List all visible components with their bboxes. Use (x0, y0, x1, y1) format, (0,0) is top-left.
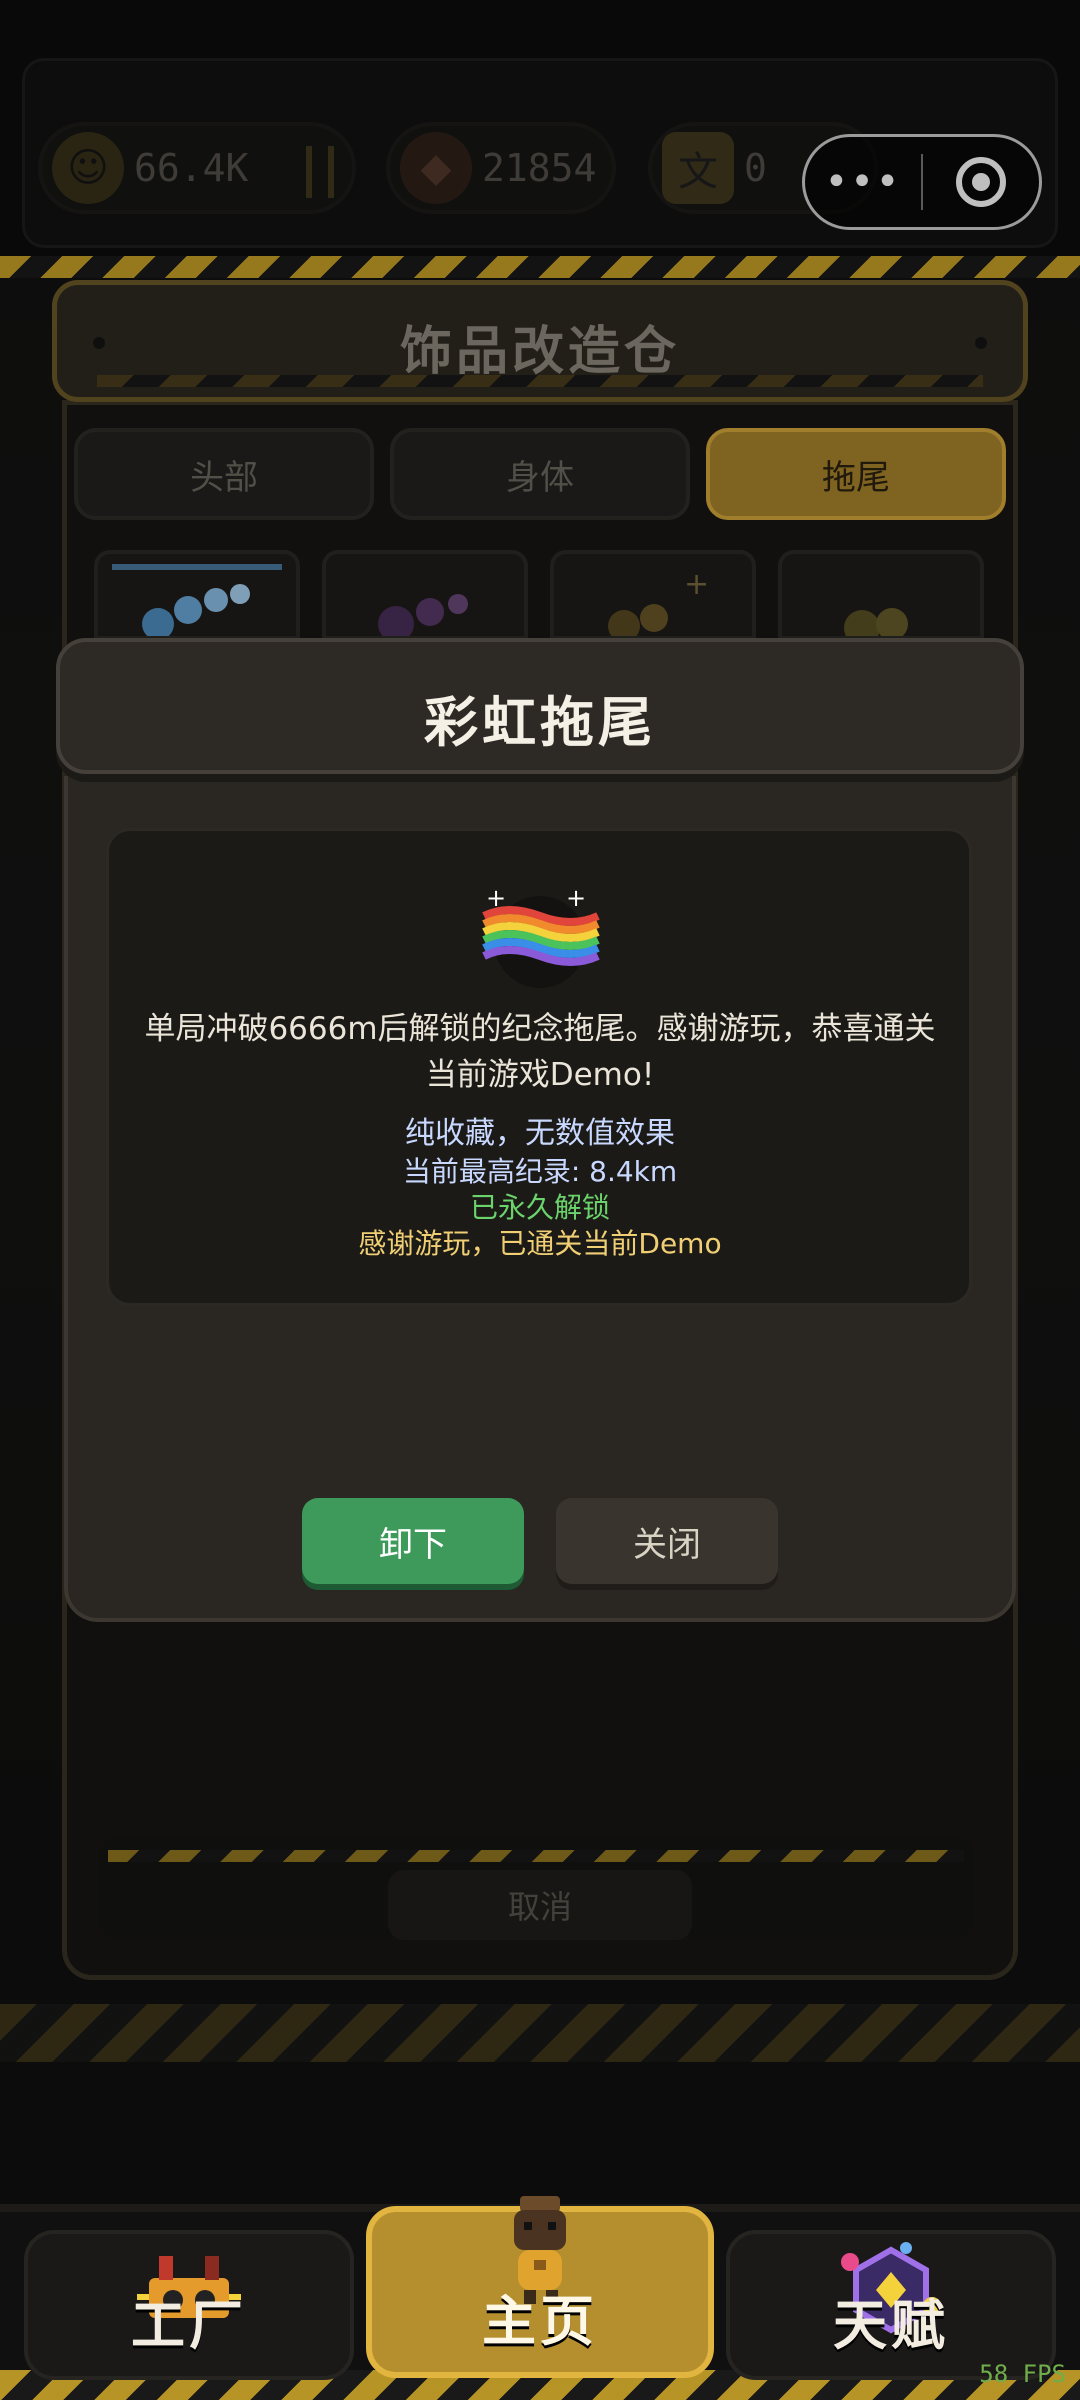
thanks-note: 感谢游玩，已通关当前Demo (358, 1227, 722, 1260)
nav-label: 天赋 (833, 2294, 949, 2357)
collection-note: 纯收藏，无数值效果 (405, 1116, 675, 1151)
unequip-button[interactable]: 卸下 (302, 1498, 524, 1584)
modal-title: 彩虹拖尾 (424, 691, 656, 754)
nav-home[interactable]: 主页 (366, 2196, 714, 2378)
nav-talent[interactable]: 天赋 (726, 2230, 1056, 2380)
trail-description: 单局冲破6666m后解锁的纪念拖尾。感谢游玩，恭喜通关当前游戏Demo! (144, 1011, 936, 1093)
unlock-status: 已永久解锁 (469, 1191, 610, 1224)
svg-text:+: + (486, 884, 506, 912)
nav-factory[interactable]: 工厂 (24, 2230, 354, 2380)
close-button[interactable]: 关闭 (556, 1498, 778, 1584)
nav-label: 工厂 (131, 2294, 247, 2357)
rainbow-trail-icon: + + (482, 884, 600, 988)
fps-counter: 58 FPS (979, 2360, 1066, 2388)
nav-label: 主页 (482, 2290, 598, 2353)
best-record: 当前最高纪录: 8.4km (402, 1155, 678, 1188)
svg-text:+: + (566, 884, 586, 912)
screen: ☺ 66.4K ◆ 21854 文 0 ••• 饰品改造仓 头部 身体 拖尾 +… (0, 0, 1080, 2400)
modal-header: 彩虹拖尾 (56, 638, 1024, 774)
